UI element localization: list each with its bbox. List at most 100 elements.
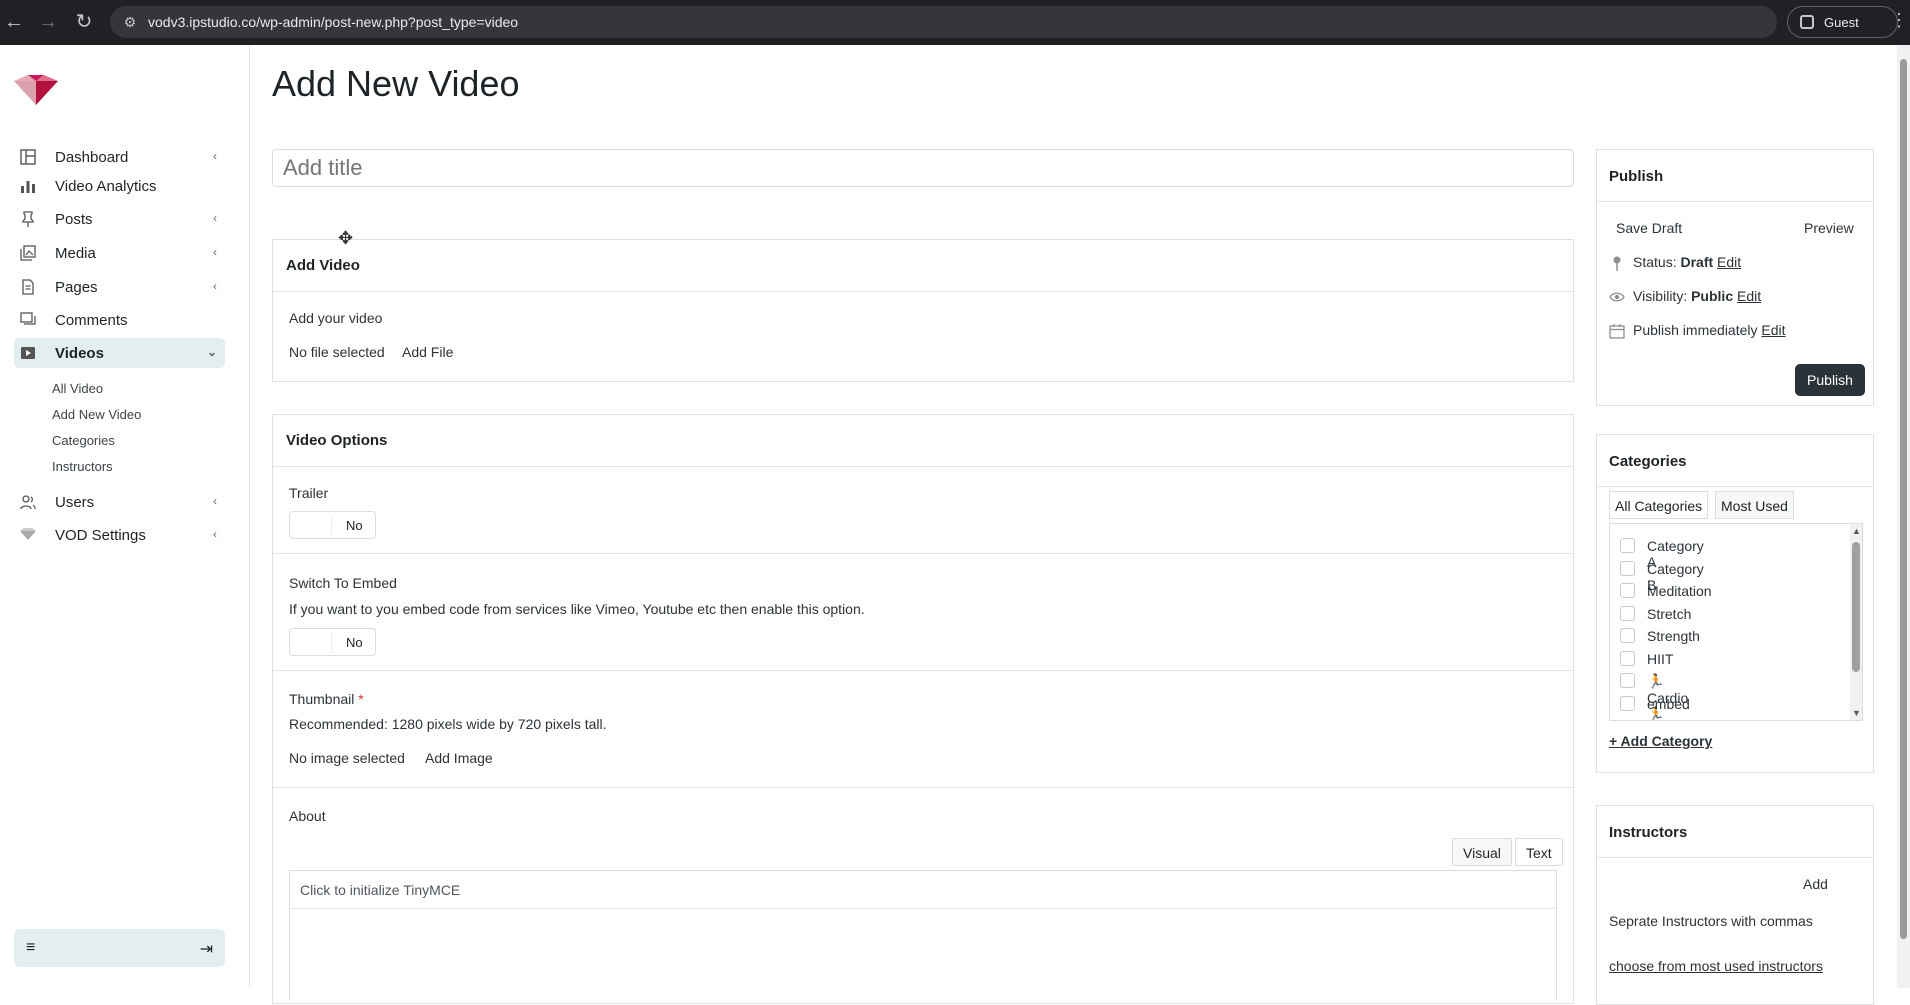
sidebar-item-label: Posts bbox=[55, 211, 93, 228]
category-checkbox[interactable] bbox=[1620, 561, 1635, 576]
submenu-add-new-video[interactable]: Add New Video bbox=[52, 407, 141, 422]
category-checkbox[interactable] bbox=[1620, 628, 1635, 643]
sidebar-item-video-analytics[interactable]: Video Analytics bbox=[14, 171, 225, 201]
sidebar-item-dashboard[interactable]: Dashboard ‹ bbox=[14, 142, 225, 172]
toggle-knob bbox=[294, 515, 332, 535]
sidebar-item-comments[interactable]: Comments bbox=[14, 305, 225, 335]
page-title: Add New Video bbox=[272, 63, 520, 104]
category-tabs: All Categories Most Used bbox=[1609, 491, 1863, 523]
chevron-left-icon: ‹ bbox=[213, 149, 217, 163]
add-instructor-button[interactable]: Add bbox=[1803, 876, 1828, 892]
category-checkbox[interactable] bbox=[1620, 651, 1635, 666]
divider bbox=[273, 553, 1573, 554]
collapse-menu-icon[interactable]: ≡ bbox=[26, 939, 35, 957]
category-checkbox[interactable] bbox=[1620, 538, 1635, 553]
scroll-up-icon[interactable]: ▲ bbox=[1852, 526, 1861, 536]
menu-icon[interactable]: ⋮ bbox=[1890, 10, 1908, 31]
sidebar-item-label: VOD Settings bbox=[55, 527, 146, 544]
sidebar-item-users[interactable]: Users ‹ bbox=[14, 487, 225, 517]
divider bbox=[273, 787, 1573, 788]
chevron-left-icon: ‹ bbox=[213, 211, 217, 225]
submenu-categories[interactable]: Categories bbox=[52, 433, 115, 448]
thumbnail-label: Thumbnail * bbox=[289, 691, 364, 707]
bar-chart-icon bbox=[21, 181, 35, 193]
sidebar-item-media[interactable]: Media ‹ bbox=[14, 238, 225, 268]
scrollbar-thumb[interactable] bbox=[1852, 542, 1860, 672]
logo-icon[interactable] bbox=[14, 75, 58, 105]
category-scrollbar[interactable]: ▲ ▼ bbox=[1850, 524, 1862, 720]
add-video-label: Add your video bbox=[289, 310, 383, 326]
categories-heading: Categories bbox=[1597, 435, 1873, 487]
back-icon[interactable]: ← bbox=[2, 11, 26, 33]
category-checkbox[interactable] bbox=[1620, 583, 1635, 598]
embed-toggle[interactable]: No bbox=[289, 628, 376, 656]
category-label: Strength bbox=[1647, 628, 1700, 644]
admin-sidebar: Dashboard ‹ Video Analytics Posts ‹ Medi… bbox=[0, 45, 250, 988]
sidebar-item-label: Dashboard bbox=[55, 149, 129, 166]
sidebar-item-label: Pages bbox=[55, 279, 98, 296]
visibility-row: Visibility: Public Edit bbox=[1633, 288, 1761, 304]
video-options-heading: Video Options bbox=[273, 415, 1573, 467]
logo-icon bbox=[20, 528, 36, 540]
pin-icon bbox=[1613, 256, 1621, 271]
sidebar-item-vod-settings[interactable]: VOD Settings ‹ bbox=[14, 520, 225, 550]
title-input[interactable] bbox=[272, 149, 1574, 187]
tab-most-used[interactable]: Most Used bbox=[1715, 491, 1794, 519]
address-bar[interactable]: ⚙ vodv3.ipstudio.co/wp-admin/post-new.ph… bbox=[110, 6, 1777, 38]
category-checkbox[interactable] bbox=[1620, 673, 1635, 688]
status-label: Status: bbox=[1633, 254, 1677, 270]
scrollbar-thumb[interactable] bbox=[1900, 59, 1907, 939]
add-file-button[interactable]: Add File bbox=[402, 344, 453, 360]
instructors-heading: Instructors bbox=[1597, 806, 1873, 858]
add-video-box: Add Video Add your video No file selecte… bbox=[272, 239, 1574, 382]
publish-box: Publish Save Draft Preview Status: Draft… bbox=[1596, 149, 1874, 406]
tab-all-categories[interactable]: All Categories bbox=[1609, 491, 1709, 519]
sidebar-item-posts[interactable]: Posts ‹ bbox=[14, 204, 225, 234]
instructors-hint: Seprate Instructors with commas bbox=[1609, 913, 1813, 929]
category-checklist: Category A Category B Meditation Stretch… bbox=[1609, 523, 1863, 721]
edit-visibility-link[interactable]: Edit bbox=[1737, 288, 1761, 304]
scroll-down-icon[interactable]: ▼ bbox=[1852, 708, 1861, 718]
profile-button[interactable]: Guest bbox=[1787, 6, 1898, 38]
profile-icon bbox=[1800, 15, 1814, 29]
forward-icon[interactable]: → bbox=[36, 11, 60, 33]
site-info-icon[interactable]: ⚙ bbox=[120, 12, 140, 32]
tab-text[interactable]: Text bbox=[1515, 838, 1563, 866]
category-label: Meditation bbox=[1647, 583, 1712, 599]
edit-publish-time-link[interactable]: Edit bbox=[1761, 322, 1785, 338]
embed-description: If you want to you embed code from servi… bbox=[289, 601, 865, 617]
logout-icon[interactable]: ⇥ bbox=[200, 939, 213, 959]
trailer-label: Trailer bbox=[289, 485, 329, 501]
about-editor[interactable]: Click to initialize TinyMCE bbox=[289, 870, 1557, 1000]
category-checkbox[interactable] bbox=[1620, 606, 1635, 621]
visibility-value: Public bbox=[1691, 288, 1734, 304]
chevron-left-icon: ‹ bbox=[213, 279, 217, 293]
most-used-instructors-link[interactable]: choose from most used instructors bbox=[1609, 958, 1823, 974]
calendar-icon bbox=[1609, 324, 1625, 339]
edit-status-link[interactable]: Edit bbox=[1717, 254, 1741, 270]
sidebar-item-pages[interactable]: Pages ‹ bbox=[14, 272, 225, 302]
image-status: No image selected bbox=[289, 750, 405, 766]
publish-time-label: Publish immediately bbox=[1633, 322, 1758, 338]
chevron-left-icon: ‹ bbox=[213, 245, 217, 259]
tab-visual[interactable]: Visual bbox=[1452, 838, 1512, 866]
editor-hint[interactable]: Click to initialize TinyMCE bbox=[290, 871, 1556, 909]
submenu-all-video[interactable]: All Video bbox=[52, 381, 103, 396]
trailer-toggle[interactable]: No bbox=[289, 511, 376, 539]
reload-icon[interactable]: ↻ bbox=[72, 11, 96, 33]
publish-button[interactable]: Publish bbox=[1795, 364, 1865, 396]
toggle-value: No bbox=[346, 518, 363, 533]
sidebar-item-videos[interactable]: Videos ⌄ bbox=[14, 338, 225, 368]
page-scrollbar[interactable] bbox=[1897, 45, 1910, 988]
publish-time-row: Publish immediately Edit bbox=[1633, 322, 1786, 338]
add-category-link[interactable]: + Add Category bbox=[1609, 733, 1712, 749]
submenu-instructors[interactable]: Instructors bbox=[52, 459, 113, 474]
side-panels: Publish Save Draft Preview Status: Draft… bbox=[1596, 45, 1874, 1005]
save-draft-button[interactable]: Save Draft bbox=[1616, 220, 1682, 236]
preview-button[interactable]: Preview bbox=[1804, 220, 1854, 236]
page-icon bbox=[22, 279, 34, 295]
required-marker: * bbox=[358, 691, 364, 707]
embed-label: Switch To Embed bbox=[289, 575, 397, 591]
add-image-button[interactable]: Add Image bbox=[425, 750, 493, 766]
category-checkbox[interactable] bbox=[1620, 696, 1635, 711]
